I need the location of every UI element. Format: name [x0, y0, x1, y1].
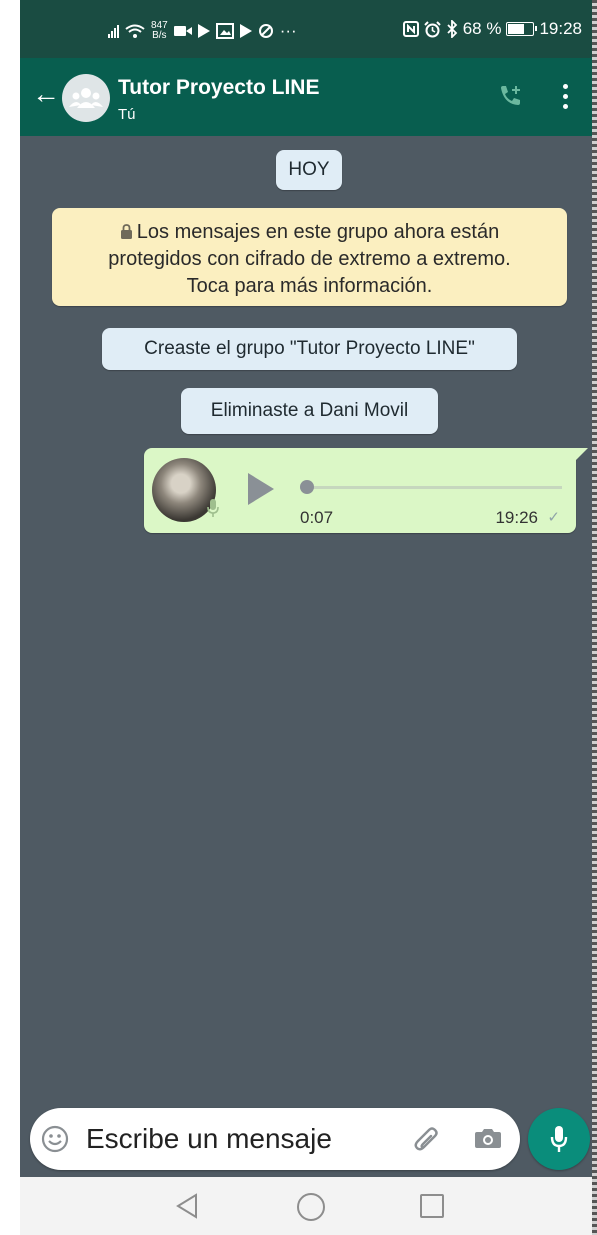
- signal-icon: [108, 24, 119, 38]
- chat-title[interactable]: Tutor Proyecto LINE: [118, 76, 319, 100]
- nfc-icon: [402, 21, 419, 37]
- data-saver-icon: [258, 24, 273, 38]
- chat-header: ← Tutor Proyecto LINE Tú: [20, 58, 592, 136]
- paperclip-icon[interactable]: [412, 1123, 442, 1160]
- phone-screen: 847 B/s ··· 68 % 19:28 ← Tutor Proyecto L…: [20, 0, 592, 1235]
- arrow-left-icon[interactable]: ←: [32, 80, 60, 108]
- message-time: 19:26: [495, 508, 538, 527]
- play-store-icon-2: [239, 24, 252, 38]
- voice-progress-knob[interactable]: [300, 480, 314, 494]
- play-store-icon: [197, 24, 210, 38]
- alarm-icon: [423, 20, 441, 37]
- play-icon[interactable]: [248, 473, 274, 505]
- voice-message-bubble[interactable]: 0:07 19:26 ✓: [144, 448, 588, 533]
- composer: [30, 1108, 520, 1170]
- status-bar: 847 B/s ··· 68 % 19:28: [20, 0, 592, 58]
- record-voice-button[interactable]: [528, 1108, 590, 1170]
- encryption-line-1-text: Los mensajes en este grupo ahora están: [136, 221, 500, 243]
- camera-icon[interactable]: [474, 1126, 502, 1155]
- system-message-removed: Eliminaste a Dani Movil: [181, 388, 438, 434]
- chat-subtitle[interactable]: Tú: [118, 106, 136, 123]
- mic-icon: [550, 1126, 568, 1152]
- more-vert-icon[interactable]: [560, 84, 570, 112]
- net-speed: 847 B/s: [151, 21, 168, 41]
- battery-percent: 68 %: [462, 19, 502, 38]
- voice-duration: 0:07: [300, 508, 334, 527]
- group-avatar-icon[interactable]: [62, 74, 110, 122]
- voice-progress-track[interactable]: [306, 486, 562, 489]
- message-input[interactable]: [86, 1120, 386, 1158]
- battery-icon: [506, 22, 538, 36]
- system-message-created: Creaste el grupo "Tutor Proyecto LINE": [102, 328, 517, 370]
- bluetooth-icon: [447, 20, 457, 38]
- nav-home-icon[interactable]: [297, 1193, 325, 1221]
- system-nav-bar: [20, 1177, 592, 1235]
- status-left: 847 B/s ···: [108, 21, 297, 41]
- nav-recent-icon[interactable]: [420, 1194, 444, 1218]
- encryption-line-3: Toca para más información.: [186, 275, 433, 297]
- clock: 19:28: [539, 19, 582, 38]
- date-divider: HOY: [276, 150, 342, 190]
- encryption-line-2: protegidos con cifrado de extremo a extr…: [108, 248, 511, 270]
- encryption-line-1: Los mensajes en este grupo ahora están: [52, 219, 567, 246]
- mic-icon: [206, 498, 220, 523]
- add-call-icon[interactable]: [498, 84, 524, 115]
- dashed-edge: [592, 0, 597, 1235]
- gallery-icon: [215, 23, 234, 39]
- emoji-icon[interactable]: [40, 1124, 70, 1154]
- net-speed-unit: B/s: [152, 30, 167, 41]
- lock-icon: [120, 224, 132, 239]
- video-icon: [173, 26, 192, 36]
- overflow-dots: ···: [279, 21, 297, 40]
- wifi-icon: [125, 24, 145, 38]
- check-icon: ✓: [547, 509, 560, 526]
- bubble-tail: [574, 448, 588, 462]
- nav-back-icon[interactable]: [176, 1193, 198, 1219]
- encryption-notice[interactable]: Los mensajes en este grupo ahora están p…: [52, 208, 567, 306]
- status-right: 68 % 19:28: [402, 19, 582, 39]
